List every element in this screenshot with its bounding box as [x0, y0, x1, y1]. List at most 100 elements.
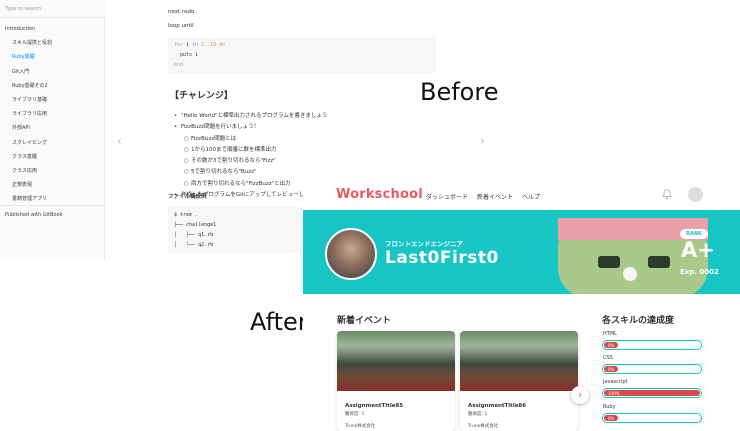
list-item-text: 5で割り切れるなら"Buzz"	[191, 169, 257, 176]
list-item-text: その数が3で割り切れるなら"Fizz"	[191, 158, 276, 165]
list-item: ○ 5で割り切れるなら"Buzz"	[174, 167, 327, 178]
skill-label: Javascript	[603, 379, 628, 385]
sidebar-item[interactable]: スクレイピング	[0, 136, 105, 150]
list-item-text: FizzBuzz問題とは	[191, 135, 237, 142]
nav-new-events[interactable]: 新着イベント	[477, 192, 513, 201]
event-company: Trunk株式会社	[345, 424, 376, 429]
event-image	[460, 331, 578, 391]
nav-help[interactable]: ヘルプ	[522, 192, 540, 201]
skill-label: CSS	[603, 355, 613, 361]
skills-title: 各スキルの達成度	[602, 316, 675, 326]
code-token: i	[183, 42, 193, 48]
bullet-icon: ○	[184, 146, 189, 153]
event-difficulty: 難易度: 1	[468, 412, 488, 417]
sidebar-item[interactable]: Ruby基礎	[0, 50, 105, 64]
sidebar-item[interactable]: クラス基礎	[0, 150, 105, 164]
published-with-gitbook-link[interactable]: Published with GitBook	[5, 212, 63, 218]
list-item: ○ 1から100まで順番に数を標準出力	[174, 145, 327, 156]
skill-label: Ruby	[603, 404, 616, 410]
code-line: for i in 1..10 do	[174, 42, 430, 52]
bullet-icon: ○	[184, 180, 189, 187]
nav-dashboard[interactable]: ダッシュボード	[426, 192, 468, 201]
sidebar-item[interactable]: 正規表現	[0, 178, 105, 192]
sidebar-item[interactable]: スキル提携と役割	[0, 36, 105, 50]
challenge-heading: 【チャレンジ】	[170, 91, 233, 101]
prev-page-arrow-icon[interactable]: ‹	[117, 134, 122, 148]
list-item-text: 1から100まで順番に数を標準出力	[191, 146, 277, 153]
skill-progress-bar: 100%	[602, 388, 702, 398]
code-block-tree: $ tree . ├── challenge1 │ ├── q1.rb │ └── q…	[168, 207, 302, 253]
before-label: Before	[420, 78, 499, 106]
file-structure-heading: ファイル構成例	[168, 194, 207, 200]
carousel-next-button[interactable]: ›	[571, 386, 589, 404]
gitbook-sidebar: Type to search Introduction スキル提携と役割 Ruby基…	[0, 0, 105, 260]
sidebar-item[interactable]: ライブラリ基礎	[0, 93, 105, 107]
rank-value: A+	[681, 238, 715, 262]
skill-progress-fill: 0%	[604, 366, 618, 372]
app-header: Workschool ダッシュボード 新着イベント ヘルプ	[303, 180, 740, 210]
skill-progress-fill: 0%	[604, 342, 618, 348]
sidebar-item[interactable]: Ruby基礎その2	[0, 79, 105, 93]
list-item: ○ FizzBuzz問題とは	[174, 134, 327, 145]
search-input[interactable]: Type to search	[0, 0, 105, 18]
event-difficulty: 難易度: 1	[345, 412, 365, 417]
profile-role: フロントエンドエンジニア	[385, 240, 463, 248]
code-line: │ └── q2.rb	[174, 242, 214, 248]
sidebar-item[interactable]: 外部API	[0, 121, 105, 135]
event-card[interactable]: AssignmentTitle85 難易度: 1 Trunk株式会社	[337, 331, 455, 431]
bullet-icon: ○	[184, 158, 189, 165]
code-keyword: do	[219, 42, 226, 48]
bullet-icon: ○	[184, 169, 189, 176]
list-item-text: "Hello World"と標準出力されるプログラムを書きましょう	[181, 113, 328, 119]
skill-percent: 0%	[608, 343, 615, 348]
workschool-app: Workschool ダッシュボード 新着イベント ヘルプ フロントエンドエンジ…	[303, 180, 740, 431]
events-title: 新着イベント	[337, 316, 392, 326]
user-avatar[interactable]	[688, 187, 703, 202]
skill-label: HTML	[603, 331, 617, 337]
workschool-logo[interactable]: Workschool	[336, 187, 423, 202]
bell-icon[interactable]	[661, 188, 673, 200]
bullet-icon: ○	[184, 135, 189, 142]
profile-banner: フロントエンドエンジニア Last0First0 RANK A+ Exp. 00…	[303, 210, 740, 294]
list-item: ○ その数が3で割り切れるなら"Fizz"	[174, 156, 327, 167]
list-item-text: 両方で割り切れるなら"FizzBuzz"と出力	[191, 180, 291, 187]
code-block-loop: for i in 1..10 do puts i end	[168, 37, 436, 73]
profile-name: Last0First0	[385, 248, 499, 268]
next-page-arrow-icon[interactable]: ›	[480, 134, 485, 148]
event-image	[337, 331, 455, 391]
list-item: • FizzBuzz問題を行いましょう！	[174, 122, 327, 133]
list-item: • "Hello World"と標準出力されるプログラムを書きましょう	[174, 111, 327, 122]
code-keyword: for	[174, 42, 184, 48]
list-item-text: FizzBuzz問題を行いましょう！	[181, 124, 260, 131]
code-line: │ ├── q1.rb	[174, 232, 214, 238]
event-title: AssignmentTitle86	[468, 403, 527, 409]
event-title: AssignmentTitle85	[345, 403, 404, 409]
skill-percent: 0%	[608, 367, 615, 372]
sidebar-divider	[0, 205, 105, 206]
after-label: After	[250, 308, 308, 336]
skill-progress-fill: 0%	[604, 415, 618, 421]
code-line: ├── challenge1	[174, 222, 217, 228]
profile-photo	[325, 228, 377, 280]
code-line: end	[174, 62, 184, 68]
body-text: next redo	[168, 9, 195, 15]
skill-percent: 100%	[608, 391, 620, 396]
skill-progress-bar: 0%	[602, 340, 702, 350]
code-line: puts i	[174, 52, 199, 58]
bullet-icon: •	[174, 124, 178, 131]
code-range: 1..10	[198, 42, 220, 48]
sidebar-item[interactable]: Introduction	[0, 22, 105, 36]
body-text: loop until	[168, 23, 194, 29]
event-company: Trunk株式会社	[468, 424, 499, 429]
event-card[interactable]: AssignmentTitle86 難易度: 1 Trunk株式会社	[460, 331, 578, 431]
sidebar-nav: Introduction スキル提携と役割 Ruby基礎 Git入門 Ruby基礎その2…	[0, 22, 105, 206]
sidebar-item[interactable]: クラス応用	[0, 164, 105, 178]
skill-progress-bar: 0%	[602, 364, 702, 374]
code-line: $ tree .	[174, 212, 199, 218]
skill-percent: 0%	[608, 416, 615, 421]
bullet-icon: •	[174, 113, 178, 119]
exp-value: Exp. 0002	[680, 268, 719, 276]
skill-progress-bar: 0%	[602, 413, 702, 423]
sidebar-item[interactable]: Git入門	[0, 65, 105, 79]
sidebar-item[interactable]: ライブラリ応用	[0, 107, 105, 121]
